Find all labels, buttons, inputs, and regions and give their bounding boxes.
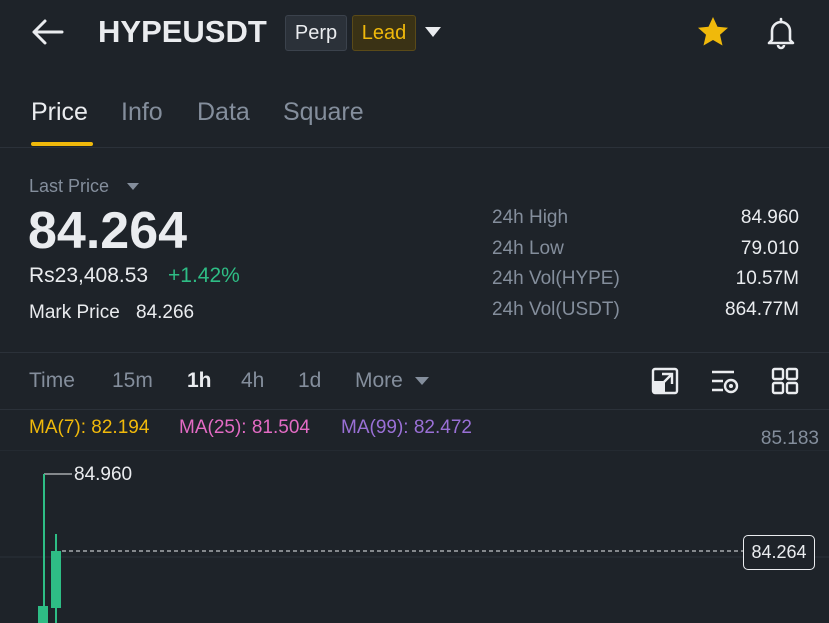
back-arrow-icon[interactable]	[30, 16, 66, 48]
timeframe-more[interactable]: More	[355, 368, 403, 394]
timeframe-1d[interactable]: 1d	[298, 368, 321, 394]
tab-info[interactable]: Info	[121, 95, 163, 129]
active-tab-indicator	[31, 142, 93, 146]
timeframe-1h[interactable]: 1h	[187, 368, 212, 394]
timeframe-divider	[0, 409, 829, 410]
symbol-title[interactable]: HYPEUSDT	[98, 10, 267, 54]
more-caret-icon[interactable]	[415, 377, 429, 385]
timeframe-time[interactable]: Time	[29, 368, 75, 394]
ma25-label: MA(25): 81.504	[179, 417, 310, 438]
last-price-caret-icon[interactable]	[127, 183, 139, 190]
last-price-value: 84.264	[28, 202, 188, 260]
tab-data[interactable]: Data	[197, 95, 250, 129]
tabs-divider	[0, 147, 829, 148]
fullscreen-icon[interactable]	[650, 366, 680, 396]
stat-label-24h-vol-usdt: 24h Vol(USDT)	[492, 299, 620, 320]
stat-label-24h-vol-hype: 24h Vol(HYPE)	[492, 268, 620, 289]
lead-badge: Lead	[352, 15, 416, 51]
stat-value-24h-high: 84.960	[740, 207, 799, 228]
current-price-tag[interactable]: 84.264	[743, 535, 815, 570]
stat-value-24h-low: 79.010	[740, 238, 799, 259]
candle-body	[38, 606, 48, 623]
high-marker-label: 84.960	[72, 464, 133, 486]
stat-value-24h-vol-hype: 10.57M	[735, 268, 799, 289]
price-change-percent: +1.42%	[168, 264, 240, 287]
tab-square[interactable]: Square	[283, 95, 364, 129]
timeframe-15m[interactable]: 15m	[112, 368, 153, 394]
ma99-label: MA(99): 82.472	[341, 417, 472, 438]
star-icon[interactable]	[695, 14, 731, 50]
tab-price[interactable]: Price	[31, 95, 88, 129]
mark-price-value: 84.266	[136, 302, 195, 323]
fiat-price: Rs23,408.53	[29, 264, 149, 287]
stat-label-24h-high: 24h High	[492, 207, 569, 228]
bell-icon[interactable]	[763, 14, 799, 50]
perp-badge: Perp	[285, 15, 347, 51]
stat-value-24h-vol-usdt: 864.77M	[725, 299, 799, 320]
grid-layout-icon[interactable]	[770, 366, 800, 396]
price-axis-top-label: 85.183	[760, 428, 819, 449]
timeframe-4h[interactable]: 4h	[241, 368, 264, 394]
mark-price-label: Mark Price	[29, 302, 120, 323]
symbol-dropdown-caret-icon[interactable]	[425, 27, 441, 37]
ma7-label: MA(7): 82.194	[29, 417, 150, 438]
price-divider	[0, 352, 829, 353]
last-price-label[interactable]: Last Price	[29, 176, 109, 197]
indicator-settings-icon[interactable]	[710, 366, 740, 396]
stat-label-24h-low: 24h Low	[492, 238, 564, 259]
candle-body	[51, 551, 61, 608]
